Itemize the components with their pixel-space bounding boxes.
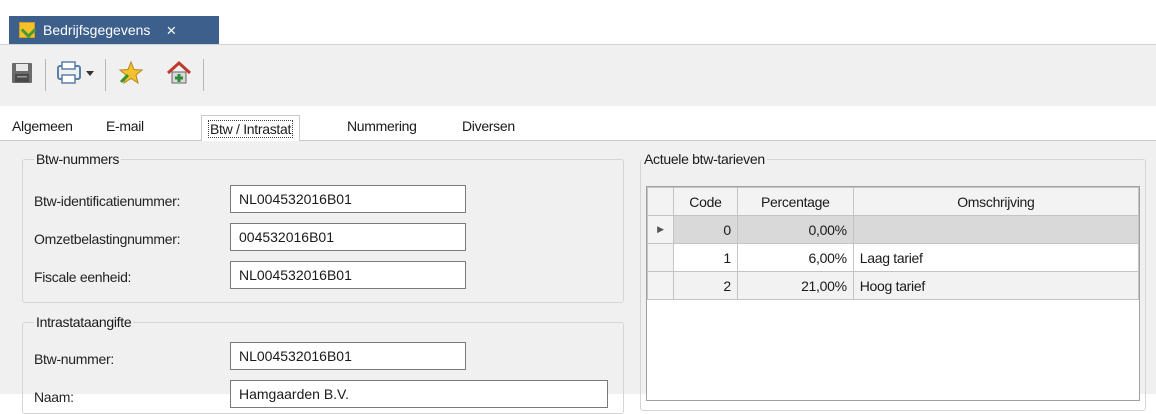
table-row[interactable]: 2 21,00% Hoog tarief	[647, 271, 1140, 300]
tab-btw-intrastat-label: Btw / Intrastat	[208, 120, 294, 138]
table-row[interactable]: ▶ 0 0,00%	[647, 215, 1140, 244]
toolbar-separator	[45, 59, 46, 91]
row-header-corner	[647, 187, 674, 216]
intrastat-btw-nummer-field[interactable]: NL004532016B01	[230, 342, 466, 370]
intrastataangifte-title: Intrastataangifte	[34, 314, 134, 330]
save-icon	[12, 63, 32, 83]
home-icon	[166, 60, 192, 84]
intrastat-naam-label: Naam:	[34, 389, 74, 405]
tab-diversen[interactable]: Diversen	[462, 118, 515, 134]
cell-code[interactable]: 0	[672, 215, 738, 244]
btw-identificatienummer-field[interactable]: NL004532016B01	[230, 185, 466, 213]
table-row[interactable]: 1 6,00% Laag tarief	[647, 243, 1140, 272]
btw-tarieven-grid[interactable]: Code Percentage Omschrijving ▶ 0 0,00% 1…	[646, 186, 1140, 401]
cell-percentage[interactable]: 6,00%	[736, 243, 854, 272]
tab-nummering[interactable]: Nummering	[347, 118, 417, 134]
omzetbelastingnummer-label: Omzetbelastingnummer:	[34, 231, 181, 247]
document-tab-title: Bedrijfsgegevens	[43, 22, 151, 38]
app-logo-icon	[19, 22, 35, 38]
tab-algemeen[interactable]: Algemeen	[12, 118, 73, 134]
document-tab-bedrijfsgegevens[interactable]: Bedrijfsgegevens ×	[9, 16, 219, 44]
toolbar-separator	[105, 59, 106, 91]
tab-email[interactable]: E-mail	[106, 118, 144, 134]
cell-percentage[interactable]: 21,00%	[736, 271, 854, 300]
fiscale-eenheid-label: Fiscale eenheid:	[34, 269, 132, 285]
current-row-indicator-icon: ▶	[647, 215, 674, 244]
cell-code[interactable]: 2	[672, 271, 738, 300]
cell-percentage[interactable]: 0,00%	[736, 215, 854, 244]
cell-omschrijving[interactable]: Laag tarief	[852, 243, 1140, 272]
btw-nummers-title: Btw-nummers	[34, 151, 122, 167]
tab-btw-intrastat[interactable]: Btw / Intrastat	[201, 115, 301, 144]
actuele-btw-tarieven-title: Actuele btw-tarieven	[642, 151, 767, 167]
toolbar	[0, 44, 1156, 108]
row-header	[647, 271, 674, 300]
save-button[interactable]	[9, 60, 35, 86]
favorite-star-icon	[118, 60, 144, 85]
column-header-omschrijving[interactable]: Omschrijving	[852, 187, 1140, 216]
favorite-button[interactable]	[118, 60, 144, 86]
cell-omschrijving[interactable]	[852, 215, 1140, 244]
column-header-code[interactable]: Code	[672, 187, 738, 216]
fiscale-eenheid-field[interactable]: NL004532016B01	[230, 261, 466, 289]
close-icon[interactable]: ×	[166, 22, 176, 39]
tab-bar: Algemeen E-mail Btw / Intrastat Nummerin…	[0, 106, 1156, 144]
cell-code[interactable]: 1	[672, 243, 738, 272]
table-header-row: Code Percentage Omschrijving	[647, 187, 1140, 216]
tab-content-panel: Btw-nummers Btw-identificatienummer: NL0…	[0, 141, 1156, 414]
omzetbelastingnummer-field[interactable]: 004532016B01	[230, 223, 466, 251]
print-button[interactable]	[55, 60, 97, 86]
toolbar-separator	[203, 59, 204, 91]
intrastat-btw-nummer-label: Btw-nummer:	[34, 351, 114, 367]
column-header-percentage[interactable]: Percentage	[736, 187, 854, 216]
document-tab-strip: Bedrijfsgegevens ×	[0, 0, 1156, 44]
cell-omschrijving[interactable]: Hoog tarief	[852, 271, 1140, 300]
btw-identificatienummer-label: Btw-identificatienummer:	[34, 193, 181, 209]
home-button[interactable]	[166, 60, 192, 86]
btw-tarieven-table: Code Percentage Omschrijving ▶ 0 0,00% 1…	[647, 187, 1140, 300]
row-header	[647, 243, 674, 272]
print-icon	[57, 61, 94, 84]
intrastat-naam-field[interactable]: Hamgaarden B.V.	[230, 380, 608, 408]
